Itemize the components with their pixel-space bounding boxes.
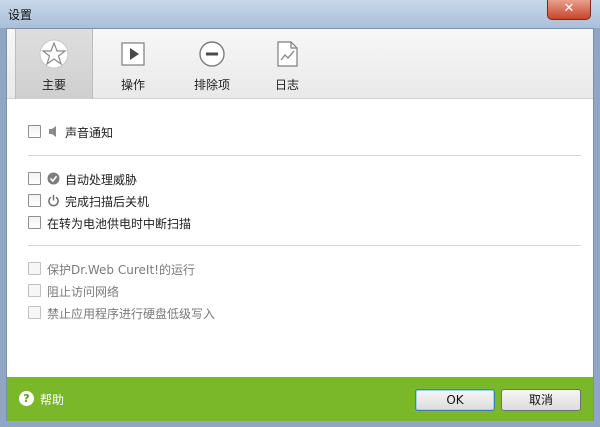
stop-on-battery-option[interactable]: 在转为电池供电时中断扫描 (28, 215, 288, 231)
play-icon (121, 42, 145, 66)
protect-cureit-checkbox[interactable] (28, 262, 41, 275)
title-bar[interactable]: 设置 ✕ (0, 0, 600, 28)
sound-notify-label: 声音通知 (65, 126, 114, 140)
tab-log-label: 日志 (274, 78, 299, 92)
block-lowlevel-write-option[interactable]: 禁止应用程序进行硬盘低级写入 (28, 305, 288, 321)
divider (28, 155, 581, 156)
help-link[interactable]: 帮助 (40, 391, 64, 408)
stop-on-battery-checkbox[interactable] (28, 216, 41, 229)
block-network-option[interactable]: 阻止访问网络 (28, 283, 228, 299)
shutdown-after-scan-label: 完成扫描后关机 (65, 195, 150, 209)
star-icon (39, 39, 69, 69)
cancel-button[interactable]: 取消 (501, 389, 581, 411)
block-network-checkbox[interactable] (28, 284, 41, 297)
tab-exclusions[interactable]: 排除项 (177, 29, 247, 99)
tab-exclusions-label: 排除项 (193, 78, 230, 92)
protect-cureit-option[interactable]: 保护Dr.Web CureIt!的运行 (28, 261, 288, 277)
log-document-icon (277, 41, 298, 67)
block-lowlevel-write-label: 禁止应用程序进行硬盘低级写入 (47, 307, 216, 321)
tab-log[interactable]: 日志 (257, 29, 317, 99)
check-circle-icon (47, 172, 60, 185)
close-icon: ✕ (563, 1, 575, 16)
tab-main-label: 主要 (41, 78, 66, 92)
tab-main[interactable]: 主要 (15, 29, 93, 99)
speaker-icon (49, 126, 56, 137)
protect-cureit-label: 保护Dr.Web CureIt!的运行 (47, 263, 195, 277)
auto-handle-checkbox[interactable] (28, 172, 41, 185)
sound-notify-checkbox[interactable] (28, 125, 41, 138)
dialog-footer: ? 帮助 OK 取消 (7, 377, 593, 421)
divider (28, 245, 581, 246)
block-lowlevel-write-checkbox[interactable] (28, 306, 41, 319)
power-icon (48, 195, 59, 207)
window-title: 设置 (8, 8, 33, 22)
sound-notify-option[interactable]: 声音通知 (28, 124, 228, 140)
auto-handle-label: 自动处理威胁 (65, 173, 138, 187)
shutdown-after-scan-option[interactable]: 完成扫描后关机 (28, 193, 228, 209)
tab-actions-label: 操作 (120, 78, 145, 92)
tab-actions[interactable]: 操作 (103, 29, 163, 99)
stop-on-battery-label: 在转为电池供电时中断扫描 (47, 217, 192, 231)
close-button[interactable]: ✕ (547, 0, 591, 20)
block-network-label: 阻止访问网络 (47, 285, 120, 299)
ok-button[interactable]: OK (415, 389, 495, 411)
minus-circle-icon (199, 41, 225, 67)
settings-window: 设置 ✕ 主要 操作 排除项 日志 声音通知 自动处理威胁 完成扫描后关机 在转… (0, 0, 600, 427)
help-icon[interactable]: ? (19, 391, 34, 406)
auto-handle-option[interactable]: 自动处理威胁 (28, 171, 228, 187)
settings-tab-bar: 主要 操作 排除项 日志 (7, 29, 593, 99)
dialog-content: 主要 操作 排除项 日志 声音通知 自动处理威胁 完成扫描后关机 在转为电池供电… (6, 28, 594, 421)
shutdown-after-scan-checkbox[interactable] (28, 194, 41, 207)
